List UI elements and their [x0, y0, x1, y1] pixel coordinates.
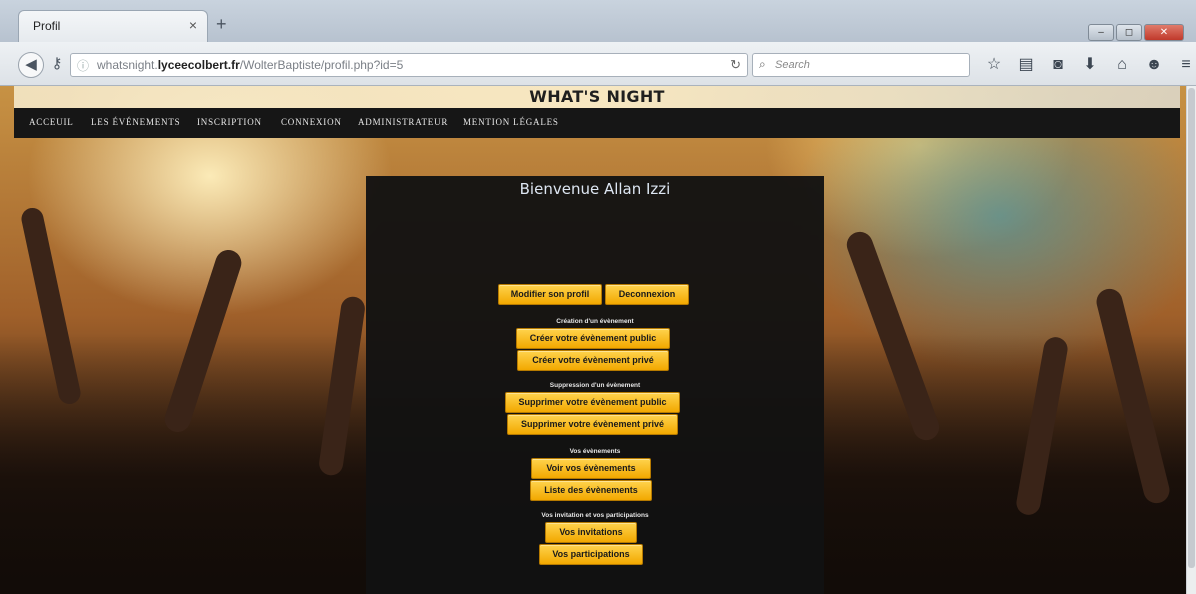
participations-button[interactable]: Vos participations [539, 544, 643, 565]
profile-panel: Bienvenue Allan Izzi Modifier son profil… [366, 176, 824, 594]
site-nav-menu: ACCEUIL LES ÉVÉNEMENTS INSCRIPTION CONNE… [14, 108, 1180, 138]
edit-profile-button[interactable]: Modifier son profil [498, 284, 602, 305]
delete-section-label: Suppression d'un évènement [549, 382, 641, 389]
delete-private-event-button[interactable]: Supprimer votre évènement privé [507, 414, 678, 435]
reload-icon[interactable]: ↻ [730, 57, 741, 73]
maximize-button[interactable]: ◻ [1116, 24, 1142, 41]
back-button[interactable]: ◀ [18, 52, 44, 78]
search-icon: ⌕ [759, 57, 766, 71]
browser-navbar: ◀ ⚷ ⓘ whatsnight.lyceecolbert.fr/WolterB… [0, 42, 1196, 86]
toolbar-icons: ☆ ▤ ◙ ⬇ ⌂ ☻ ≡ [978, 54, 1196, 76]
logout-button[interactable]: Deconnexion [605, 284, 689, 305]
events-section-label: Vos évènements [569, 448, 621, 455]
menu-item-administrateur[interactable]: ADMINISTRATEUR [358, 117, 448, 127]
invitations-button[interactable]: Vos invitations [545, 522, 637, 543]
menu-icon[interactable]: ≡ [1170, 54, 1196, 76]
close-tab-icon[interactable]: × [189, 17, 197, 33]
url-text: whatsnight.lyceecolbert.fr/WolterBaptist… [97, 58, 403, 72]
create-private-event-button[interactable]: Créer votre évènement privé [517, 350, 669, 371]
url-prefix: whatsnight. [97, 58, 158, 72]
see-events-button[interactable]: Voir vos évènements [531, 458, 651, 479]
create-public-event-button[interactable]: Créer votre évènement public [516, 328, 670, 349]
pocket-icon[interactable]: ◙ [1042, 54, 1074, 76]
home-icon[interactable]: ⌂ [1106, 54, 1138, 76]
minimize-button[interactable]: ‒ [1088, 24, 1114, 41]
welcome-heading: Bienvenue Allan Izzi [519, 180, 671, 198]
menu-item-mentions-legales[interactable]: MENTION LÉGALES [463, 117, 559, 127]
menu-item-inscription[interactable]: INSCRIPTION [197, 117, 262, 127]
browser-titlebar: Profil × + ‒ ◻ ✕ [0, 0, 1196, 42]
menu-item-evenements[interactable]: LES ÉVÉNEMENTS [91, 117, 180, 127]
new-tab-button[interactable]: + [216, 14, 227, 35]
site-title[interactable]: WHAT'S NIGHT [529, 87, 664, 106]
close-window-button[interactable]: ✕ [1144, 24, 1184, 41]
search-input[interactable]: ⌕ Search [752, 53, 970, 77]
page-scrollbar[interactable] [1186, 86, 1196, 594]
events-list-button[interactable]: Liste des évènements [530, 480, 652, 501]
window-controls: ‒ ◻ ✕ [1088, 24, 1184, 41]
menu-item-accueil[interactable]: ACCEUIL [29, 117, 74, 127]
url-path: /WolterBaptiste/profil.php?id=5 [239, 58, 404, 72]
key-icon[interactable]: ⚷ [44, 52, 70, 78]
download-icon[interactable]: ⬇ [1074, 54, 1106, 76]
menu-item-connexion[interactable]: CONNEXION [281, 117, 342, 127]
browser-tab[interactable]: Profil × [18, 10, 208, 42]
delete-public-event-button[interactable]: Supprimer votre évènement public [505, 392, 680, 413]
url-domain: lyceecolbert.fr [157, 58, 240, 72]
bookmark-star-icon[interactable]: ☆ [978, 54, 1010, 76]
web-page: WHAT'S NIGHT ACCEUIL LES ÉVÉNEMENTS INSC… [0, 86, 1186, 594]
invites-section-label: Vos invitation et vos participations [541, 512, 649, 519]
site-header: WHAT'S NIGHT [14, 86, 1180, 110]
address-bar[interactable]: ⓘ whatsnight.lyceecolbert.fr/WolterBapti… [70, 53, 748, 77]
scrollbar-thumb[interactable] [1188, 88, 1195, 568]
reading-list-icon[interactable]: ▤ [1010, 54, 1042, 76]
create-section-label: Création d'un évènement [556, 318, 634, 325]
tab-title: Profil [33, 19, 61, 33]
smiley-icon[interactable]: ☻ [1138, 54, 1170, 76]
info-icon[interactable]: ⓘ [77, 57, 89, 74]
search-placeholder: Search [775, 59, 810, 71]
